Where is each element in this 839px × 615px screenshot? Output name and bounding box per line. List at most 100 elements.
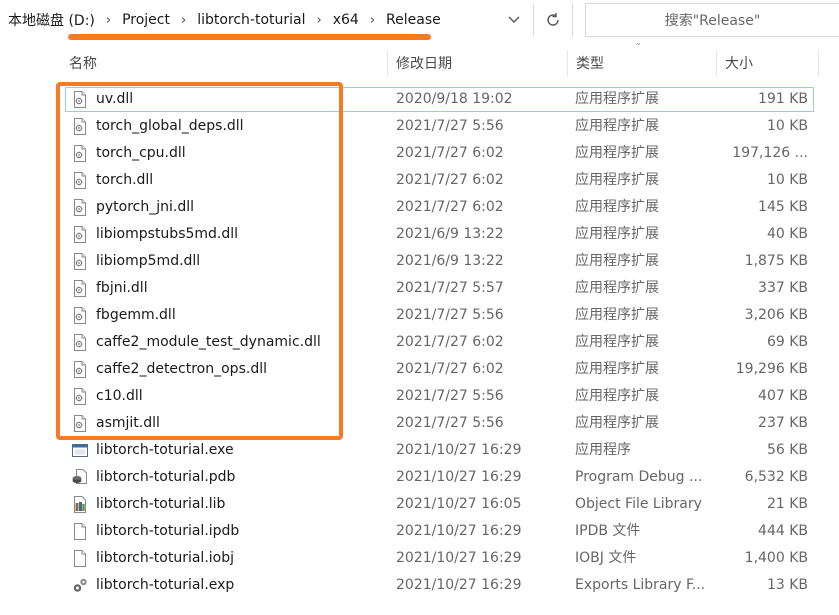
blank-file-icon [72,523,88,540]
dll-file-icon [72,280,88,297]
breadcrumb-x64[interactable]: x64 [329,12,363,28]
file-name[interactable]: c10.dll [96,383,143,410]
file-type: IPDB 文件 [575,523,641,539]
column-date[interactable]: 修改日期 [396,48,452,78]
file-type: 应用程序扩展 [575,415,659,431]
breadcrumb-separator-icon[interactable]: › [99,13,118,28]
file-row[interactable]: fbjni.dll 2021/7/27 5:57 应用程序扩展 337 KB [0,275,839,302]
column-divider[interactable] [716,50,717,76]
exe-file-icon [72,442,88,459]
file-name[interactable]: torch_cpu.dll [96,140,186,167]
dll-file-icon [72,172,88,189]
file-type: 应用程序扩展 [575,334,659,350]
search-box[interactable]: 搜索"Release" [585,3,839,37]
file-name[interactable]: fbgemm.dll [96,302,176,329]
file-name[interactable]: libtorch-toturial.exp [96,572,234,599]
breadcrumb-separator-icon[interactable]: › [174,13,193,28]
blank-file-icon [72,550,88,567]
file-date: 2021/7/27 5:56 [396,388,504,404]
breadcrumb[interactable]: 本地磁盘 (D:) › Project › libtorch-toturial … [0,3,533,37]
file-type: 应用程序扩展 [575,91,659,107]
file-type: Program Debug ... [575,469,703,485]
file-type: 应用程序扩展 [575,118,659,134]
lib-file-icon [72,496,88,513]
column-divider[interactable] [567,50,568,76]
dll-file-icon [72,118,88,135]
breadcrumb-libtorch-toturial[interactable]: libtorch-toturial [193,12,309,28]
file-type: 应用程序扩展 [575,307,659,323]
dll-file-icon [72,145,88,162]
file-name[interactable]: libtorch-toturial.ipdb [96,518,239,545]
column-type[interactable]: 类型 [576,48,604,78]
file-name[interactable]: uv.dll [96,86,133,113]
file-name[interactable]: torch.dll [96,167,153,194]
dll-file-icon [72,91,88,108]
file-name[interactable]: libtorch-toturial.lib [96,491,225,518]
file-row[interactable]: libtorch-toturial.iobj 2021/10/27 16:29 IO… [0,545,839,572]
address-history-dropdown[interactable] [500,3,528,37]
file-date: 2021/7/27 6:02 [396,145,504,161]
file-name[interactable]: libiompstubs5md.dll [96,221,238,248]
file-size: 1,400 KB [744,550,808,566]
file-name[interactable]: libiomp5md.dll [96,248,200,275]
file-name[interactable]: fbjni.dll [96,275,148,302]
dll-file-icon [72,253,88,270]
file-name[interactable]: caffe2_module_test_dynamic.dll [96,329,321,356]
pdb-file-icon [72,469,88,486]
file-row[interactable]: fbgemm.dll 2021/7/27 5:56 应用程序扩展 3,206 KB [0,302,839,329]
file-name[interactable]: asmjit.dll [96,410,160,437]
file-type: 应用程序 [575,442,631,458]
file-size: 197,126 ... [732,145,808,161]
file-row[interactable]: libtorch-toturial.lib 2021/10/27 16:05 Obj… [0,491,839,518]
dll-file-icon [72,199,88,216]
file-name[interactable]: libtorch-toturial.pdb [96,464,235,491]
breadcrumb-release[interactable]: Release [382,12,445,28]
file-row[interactable]: libtorch-toturial.pdb 2021/10/27 16:29 Pro… [0,464,839,491]
file-row[interactable]: torch_global_deps.dll 2021/7/27 5:56 应用程序扩… [0,113,839,140]
file-row[interactable]: libtorch-toturial.exe 2021/10/27 16:29 应用程… [0,437,839,464]
refresh-button[interactable] [533,3,573,37]
file-name[interactable]: libtorch-toturial.iobj [96,545,234,572]
address-toolbar: 本地磁盘 (D:) › Project › libtorch-toturial … [0,0,839,42]
file-row[interactable]: asmjit.dll 2021/7/27 5:56 应用程序扩展 237 KB [0,410,839,437]
breadcrumb-separator-icon[interactable]: › [363,13,382,28]
file-row[interactable]: caffe2_module_test_dynamic.dll 2021/7/27 … [0,329,839,356]
file-size: 191 KB [758,91,808,107]
breadcrumb-project[interactable]: Project [118,12,174,28]
file-size: 145 KB [758,199,808,215]
file-row[interactable]: libiompstubs5md.dll 2021/6/9 13:22 应用程序扩展 4… [0,221,839,248]
search-placeholder: 搜索"Release" [664,13,761,29]
file-row[interactable]: c10.dll 2021/7/27 5:56 应用程序扩展 407 KB [0,383,839,410]
column-name[interactable]: 名称 [69,48,97,78]
file-row[interactable]: libtorch-toturial.ipdb 2021/10/27 16:29 IP… [0,518,839,545]
file-row[interactable]: pytorch_jni.dll 2021/7/27 6:02 应用程序扩展 145 K… [0,194,839,221]
file-type: 应用程序扩展 [575,172,659,188]
file-type: 应用程序扩展 [575,253,659,269]
file-type: Object File Library [575,496,702,512]
column-divider[interactable] [387,50,388,76]
file-size: 10 KB [766,172,808,188]
dll-file-icon [72,415,88,432]
exp-file-icon [72,577,88,594]
file-row[interactable]: libtorch-toturial.exp 2021/10/27 16:29 Exp… [0,572,839,599]
file-row[interactable]: torch_cpu.dll 2021/7/27 6:02 应用程序扩展 197,126… [0,140,839,167]
file-row[interactable]: torch.dll 2021/7/27 6:02 应用程序扩展 10 KB [0,167,839,194]
file-date: 2021/10/27 16:05 [396,496,522,512]
file-date: 2021/10/27 16:29 [396,550,522,566]
column-size[interactable]: 大小 [725,48,753,78]
breadcrumb-separator-icon[interactable]: › [310,13,329,28]
column-divider[interactable] [818,50,819,76]
file-date: 2021/10/27 16:29 [396,523,522,539]
file-row[interactable]: caffe2_detectron_ops.dll 2021/7/27 6:02 应用… [0,356,839,383]
file-name[interactable]: pytorch_jni.dll [96,194,194,221]
file-row[interactable]: libiomp5md.dll 2021/6/9 13:22 应用程序扩展 1,875 … [0,248,839,275]
chevron-down-icon [508,16,520,23]
file-name[interactable]: torch_global_deps.dll [96,113,244,140]
file-row[interactable]: uv.dll 2020/9/18 19:02 应用程序扩展 191 KB [0,86,839,113]
file-size: 444 KB [758,523,808,539]
dll-file-icon [72,334,88,351]
file-name[interactable]: caffe2_detectron_ops.dll [96,356,267,383]
breadcrumb-drive[interactable]: 本地磁盘 (D:) [0,10,99,30]
file-name[interactable]: libtorch-toturial.exe [96,437,234,464]
dll-file-icon [72,388,88,405]
